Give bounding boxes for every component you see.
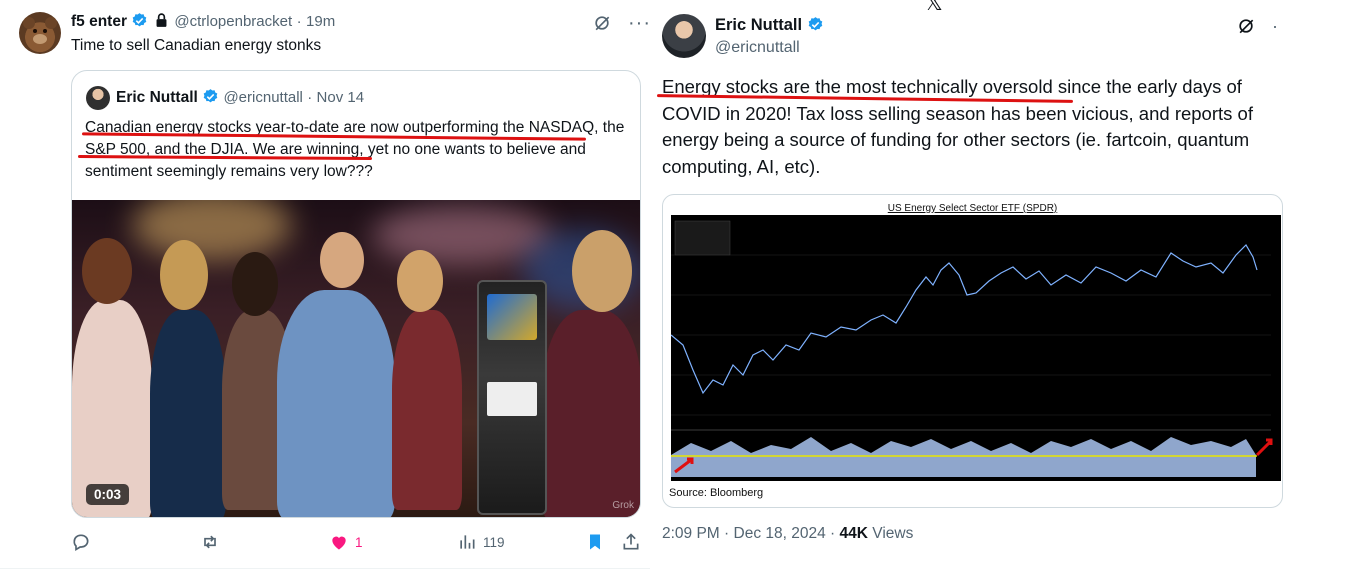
slot-machine (477, 280, 547, 515)
chart-image[interactable]: US Energy Select Sector ETF (SPDR) Sourc… (662, 194, 1283, 508)
tweet-time[interactable]: 2:09 PM (662, 525, 720, 542)
chart-title: US Energy Select Sector ETF (SPDR) (887, 203, 1058, 214)
views-label: Views (872, 525, 914, 542)
right-tweet: 𝕏 Eric Nuttall @ericnuttall · Energy sto… (655, 0, 1346, 569)
repost-button[interactable] (199, 532, 227, 552)
views-button[interactable]: 119 (457, 532, 505, 552)
grok-icon[interactable] (592, 13, 612, 33)
price-chart-svg (670, 220, 1273, 477)
quoted-handle: @ericnuttall (223, 89, 303, 106)
separator-dot: · (307, 89, 313, 106)
tweet-top-icons: · (1236, 16, 1278, 36)
tweet-footer: 2:09 PM · Dec 18, 2024 · 44K Views (662, 525, 913, 543)
separator-dot: · (830, 525, 840, 542)
x-logo-icon: 𝕏 (925, 0, 943, 15)
tweet-top-icons: ··· (592, 13, 651, 33)
separator-dot: · (296, 13, 302, 30)
share-icon (623, 533, 639, 550)
quoted-tweet[interactable]: Eric Nuttall @ericnuttall · Nov 14 Canad… (71, 70, 641, 518)
video-timecode: 0:03 (86, 484, 130, 505)
repost-icon (204, 535, 216, 549)
more-options-icon[interactable]: ··· (628, 13, 651, 33)
author-handle[interactable]: @ctrlopenbracket (174, 13, 292, 30)
tweet-text: Time to sell Canadian energy stonks (71, 37, 322, 54)
analytics-icon (460, 535, 475, 549)
bookmark-icon (590, 534, 600, 550)
like-count: 1 (355, 534, 363, 550)
heart-icon (332, 536, 346, 550)
tweet-text: Energy stocks are the most technically o… (662, 76, 1253, 177)
author-header: Eric Nuttall (715, 16, 824, 35)
like-button[interactable]: 1 (329, 532, 363, 552)
lock-icon (156, 13, 167, 27)
author-handle[interactable]: @ericnuttall (715, 39, 800, 57)
tweet-header: f5 enter @ctrlopenbracket · 19m (71, 12, 335, 31)
verified-icon (133, 13, 147, 27)
view-count: 119 (483, 534, 505, 550)
reply-button[interactable] (71, 532, 97, 552)
tweet-age[interactable]: 19m (306, 13, 335, 30)
grok-watermark: Grok (612, 500, 634, 511)
chart-plot (670, 215, 1281, 481)
share-button[interactable] (621, 532, 641, 552)
chart-source: Source: Bloomberg (669, 487, 764, 499)
author-name[interactable]: f5 enter (71, 13, 127, 30)
bookmark-button[interactable] (585, 532, 605, 552)
tweet-actions: 1 119 (71, 532, 641, 556)
left-tweet: f5 enter @ctrlopenbracket · 19m ··· Time… (0, 0, 655, 569)
verified-icon (808, 17, 823, 31)
grok-icon[interactable] (1236, 16, 1256, 36)
author-avatar[interactable] (662, 14, 706, 58)
video-player[interactable]: 0:03 Grok (72, 200, 640, 517)
views-count: 44K (839, 525, 868, 542)
bear-avatar[interactable] (19, 12, 61, 54)
quoted-date: Nov 14 (316, 89, 365, 106)
quoted-author-name: Eric Nuttall (116, 89, 198, 106)
more-options-icon[interactable]: · (1272, 17, 1278, 35)
quoted-text: Canadian energy stocks year-to-date are … (85, 119, 625, 180)
author-name[interactable]: Eric Nuttall (715, 16, 802, 34)
separator-dot: · (724, 525, 734, 542)
tweet-date[interactable]: Dec 18, 2024 (734, 525, 826, 542)
reply-icon (73, 534, 89, 551)
verified-icon (203, 89, 218, 103)
quoted-header: Eric Nuttall @ericnuttall · Nov 14 (116, 88, 364, 107)
quoted-avatar[interactable] (86, 86, 110, 110)
